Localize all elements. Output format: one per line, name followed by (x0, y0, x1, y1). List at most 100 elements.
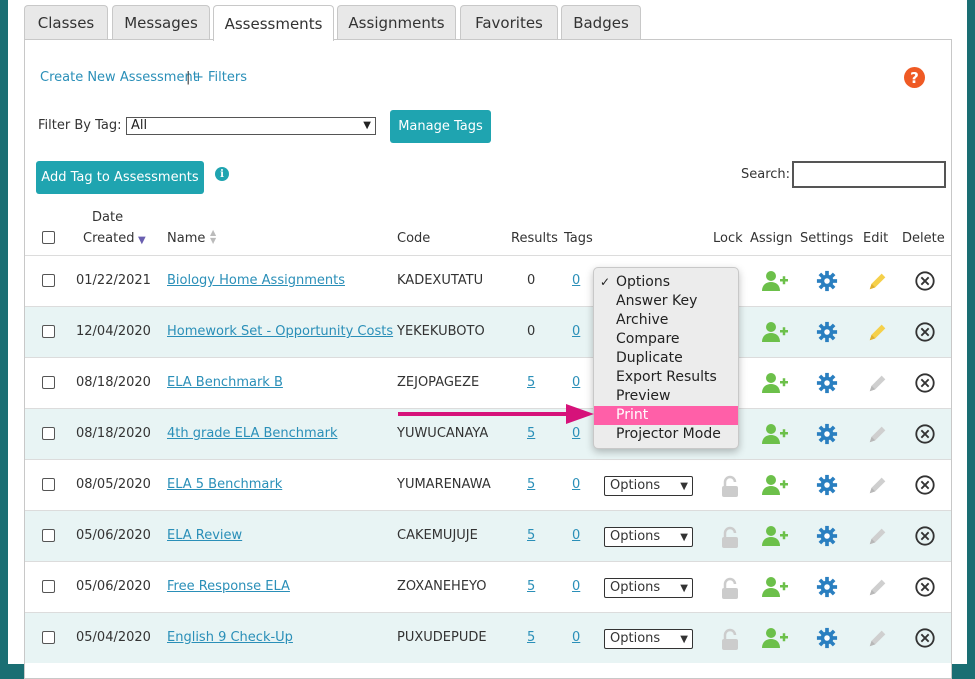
assign-user-icon[interactable] (761, 473, 789, 497)
gear-icon[interactable] (816, 372, 840, 396)
assign-user-icon[interactable] (761, 269, 789, 293)
gear-icon[interactable] (816, 576, 840, 600)
tab-classes[interactable]: Classes (24, 5, 108, 39)
help-icon[interactable]: ? (904, 67, 925, 88)
edit-pencil-icon[interactable] (867, 474, 891, 498)
row-options-select[interactable]: Options ▼ (604, 578, 693, 598)
row-checkbox[interactable] (42, 325, 55, 338)
row-name-link[interactable]: 4th grade ELA Benchmark (167, 426, 338, 441)
delete-icon[interactable] (914, 372, 938, 396)
create-assessment-link[interactable]: Create New Assessment (40, 70, 198, 85)
row-tags-link[interactable]: 0 (572, 579, 580, 594)
row-tags-link[interactable]: 0 (572, 324, 580, 339)
delete-icon[interactable] (914, 627, 938, 651)
gear-icon[interactable] (816, 270, 840, 294)
row-tags-link[interactable]: 0 (572, 630, 580, 645)
row-tags-link[interactable]: 0 (572, 273, 580, 288)
row-results[interactable]: 5 (527, 426, 535, 441)
date-header-line2[interactable]: Created (83, 231, 134, 246)
row-name-link[interactable]: Biology Home Assignments (167, 273, 345, 288)
row-tags-link[interactable]: 0 (572, 477, 580, 492)
edit-pencil-icon[interactable] (867, 627, 891, 651)
tab-assignments[interactable]: Assignments (337, 5, 456, 39)
info-icon[interactable]: i (215, 167, 229, 181)
row-options-select[interactable]: Options ▼ (604, 476, 693, 496)
assign-user-icon[interactable] (761, 575, 789, 599)
row-results[interactable]: 5 (527, 579, 535, 594)
row-checkbox[interactable] (42, 376, 55, 389)
dropdown-item-options[interactable]: ✓ Options (594, 273, 738, 292)
search-input[interactable] (792, 161, 946, 188)
assign-user-icon[interactable] (761, 524, 789, 548)
edit-pencil-icon[interactable] (867, 270, 891, 294)
lock-icon[interactable] (718, 577, 742, 601)
row-checkbox[interactable] (42, 631, 55, 644)
row-checkbox[interactable] (42, 580, 55, 593)
assign-user-icon[interactable] (761, 422, 789, 446)
filter-tag-select[interactable]: All ▼ (126, 117, 376, 135)
lock-icon[interactable] (718, 628, 742, 652)
dropdown-item-print[interactable]: Print (594, 406, 738, 425)
dropdown-item-duplicate[interactable]: Duplicate (594, 349, 738, 368)
row-tags-link[interactable]: 0 (572, 426, 580, 441)
sort-down-icon[interactable]: ▼ (138, 235, 146, 246)
row-results[interactable]: 5 (527, 630, 535, 645)
lock-icon[interactable] (718, 475, 742, 499)
dropdown-item-projector-mode[interactable]: Projector Mode (594, 425, 738, 444)
row-results[interactable]: 5 (527, 477, 535, 492)
add-tag-button[interactable]: Add Tag to Assessments (36, 161, 204, 194)
row-results[interactable]: 5 (527, 375, 535, 390)
sort-both-icon[interactable]: ▲ ▼ (210, 229, 216, 245)
row-checkbox[interactable] (42, 529, 55, 542)
delete-icon[interactable] (914, 525, 938, 549)
row-checkbox[interactable] (42, 478, 55, 491)
edit-pencil-icon[interactable] (867, 525, 891, 549)
row-name-link[interactable]: ELA Benchmark B (167, 375, 283, 390)
row-checkbox[interactable] (42, 274, 55, 287)
edit-pencil-icon[interactable] (867, 321, 891, 345)
select-all-checkbox[interactable] (42, 231, 55, 244)
row-results[interactable]: 5 (527, 528, 535, 543)
dropdown-item-preview[interactable]: Preview (594, 387, 738, 406)
tab-badges[interactable]: Badges (561, 5, 641, 39)
dropdown-item-answer-key[interactable]: Answer Key (594, 292, 738, 311)
row-name-link[interactable]: English 9 Check-Up (167, 630, 293, 645)
tab-favorites[interactable]: Favorites (460, 5, 558, 39)
row-options-select[interactable]: Options ▼ (604, 629, 693, 649)
gear-icon[interactable] (816, 627, 840, 651)
dropdown-item-export-results[interactable]: Export Results (594, 368, 738, 387)
dropdown-item-archive[interactable]: Archive (594, 311, 738, 330)
row-name-link[interactable]: Free Response ELA (167, 579, 290, 594)
delete-icon[interactable] (914, 474, 938, 498)
assign-user-icon[interactable] (761, 320, 789, 344)
row-name-link[interactable]: ELA 5 Benchmark (167, 477, 282, 492)
tab-assessments[interactable]: Assessments (213, 5, 334, 41)
row-name-link[interactable]: Homework Set - Opportunity Costs (167, 324, 393, 339)
row-tags-link[interactable]: 0 (572, 528, 580, 543)
delete-icon[interactable] (914, 423, 938, 447)
row-checkbox[interactable] (42, 427, 55, 440)
dropdown-item-compare[interactable]: Compare (594, 330, 738, 349)
edit-pencil-icon[interactable] (867, 423, 891, 447)
lock-icon[interactable] (718, 526, 742, 550)
delete-icon[interactable] (914, 270, 938, 294)
assign-user-icon[interactable] (761, 371, 789, 395)
gear-icon[interactable] (816, 474, 840, 498)
row-tags-link[interactable]: 0 (572, 375, 580, 390)
filters-link[interactable]: + Filters (193, 70, 247, 85)
options-dropdown-menu[interactable]: ✓ Options Answer Key Archive Compare Duplicat… (593, 267, 739, 449)
manage-tags-button[interactable]: Manage Tags (390, 110, 491, 143)
row-name-link[interactable]: ELA Review (167, 528, 242, 543)
edit-pencil-icon[interactable] (867, 576, 891, 600)
assign-user-icon[interactable] (761, 626, 789, 650)
gear-icon[interactable] (816, 423, 840, 447)
edit-pencil-icon[interactable] (867, 372, 891, 396)
gear-icon[interactable] (816, 525, 840, 549)
delete-icon[interactable] (914, 576, 938, 600)
gear-icon[interactable] (816, 321, 840, 345)
row-options-select[interactable]: Options ▼ (604, 527, 693, 547)
delete-icon[interactable] (914, 321, 938, 345)
date-header-line1[interactable]: Date (92, 210, 123, 225)
tab-messages[interactable]: Messages (112, 5, 210, 39)
name-header[interactable]: Name (167, 231, 205, 246)
